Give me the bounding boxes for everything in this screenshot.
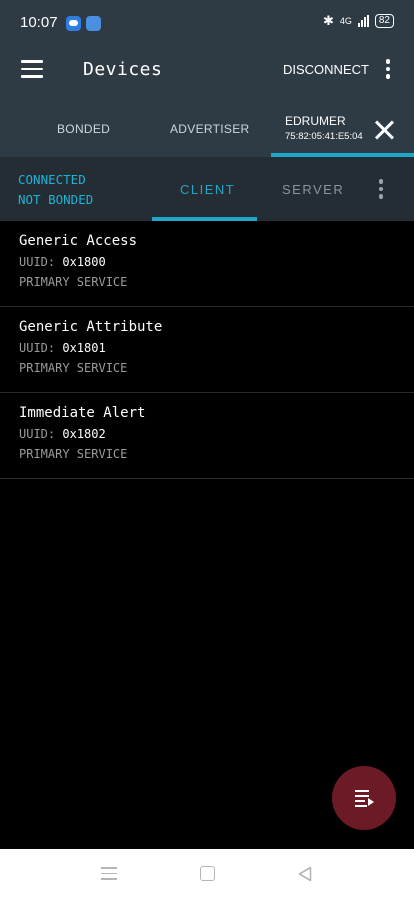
tab-bonded[interactable]: BONDED <box>57 122 110 136</box>
hamburger-icon[interactable] <box>21 60 43 78</box>
uuid-value: 0x1801 <box>62 341 106 355</box>
tab-device-address: 75:82:05:41:E5:04 <box>285 131 363 142</box>
overflow-menu-icon[interactable] <box>385 59 391 79</box>
service-name: Generic Attribute <box>19 319 163 335</box>
status-time: 10:07 <box>20 14 58 31</box>
app-bar: Devices DISCONNECT <box>0 38 414 100</box>
app-notification-icon <box>86 16 101 31</box>
service-name: Generic Access <box>19 233 138 249</box>
battery-level: 82 <box>374 14 394 28</box>
network-type: 4G <box>339 16 352 26</box>
close-icon[interactable] <box>373 118 397 142</box>
chat-app-icon <box>66 16 81 31</box>
uuid-label: UUID: <box>19 341 56 355</box>
connection-more-icon[interactable] <box>378 179 384 199</box>
tab-device-name[interactable]: EDRUMER <box>285 114 346 128</box>
connection-status: CONNECTED <box>18 172 86 187</box>
disconnect-button[interactable]: DISCONNECT <box>283 62 369 77</box>
home-icon[interactable] <box>200 866 215 881</box>
tab-client[interactable]: CLIENT <box>180 182 235 197</box>
uuid-value: 0x1800 <box>62 255 106 269</box>
log-fab-button[interactable] <box>332 766 396 830</box>
back-icon[interactable] <box>298 866 312 882</box>
tab-server[interactable]: SERVER <box>282 182 344 197</box>
tab-advertiser[interactable]: ADVERTISER <box>170 122 249 136</box>
status-bar: 10:07 ✱ 4G 82 <box>0 0 414 38</box>
service-item[interactable]: Generic Access UUID: 0x1800 PRIMARY SERV… <box>0 221 414 307</box>
uuid-label: UUID: <box>19 427 56 441</box>
log-list-icon <box>355 790 375 807</box>
service-item[interactable]: Immediate Alert UUID: 0x1802 PRIMARY SER… <box>0 393 414 479</box>
connection-bar: CONNECTED NOT BONDED CLIENT SERVER <box>0 157 414 221</box>
service-uuid: UUID: 0x1801 <box>19 341 106 355</box>
service-uuid: UUID: 0x1800 <box>19 255 106 269</box>
service-type: PRIMARY SERVICE <box>19 361 128 375</box>
page-title: Devices <box>83 59 163 80</box>
services-list: Generic Access UUID: 0x1800 PRIMARY SERV… <box>0 221 414 479</box>
uuid-value: 0x1802 <box>62 427 106 441</box>
bond-status: NOT BONDED <box>18 192 94 207</box>
bluetooth-icon: ✱ <box>322 13 334 28</box>
service-uuid: UUID: 0x1802 <box>19 427 106 441</box>
service-type: PRIMARY SERVICE <box>19 447 128 461</box>
service-type: PRIMARY SERVICE <box>19 275 128 289</box>
system-nav-bar <box>0 849 414 899</box>
device-tabs: BONDED ADVERTISER EDRUMER 75:82:05:41:E5… <box>0 100 414 157</box>
signal-icon <box>357 15 369 27</box>
recents-icon[interactable] <box>101 867 117 880</box>
service-name: Immediate Alert <box>19 405 146 421</box>
service-item[interactable]: Generic Attribute UUID: 0x1801 PRIMARY S… <box>0 307 414 393</box>
uuid-label: UUID: <box>19 255 56 269</box>
status-indicators: ✱ 4G 82 <box>323 13 394 29</box>
